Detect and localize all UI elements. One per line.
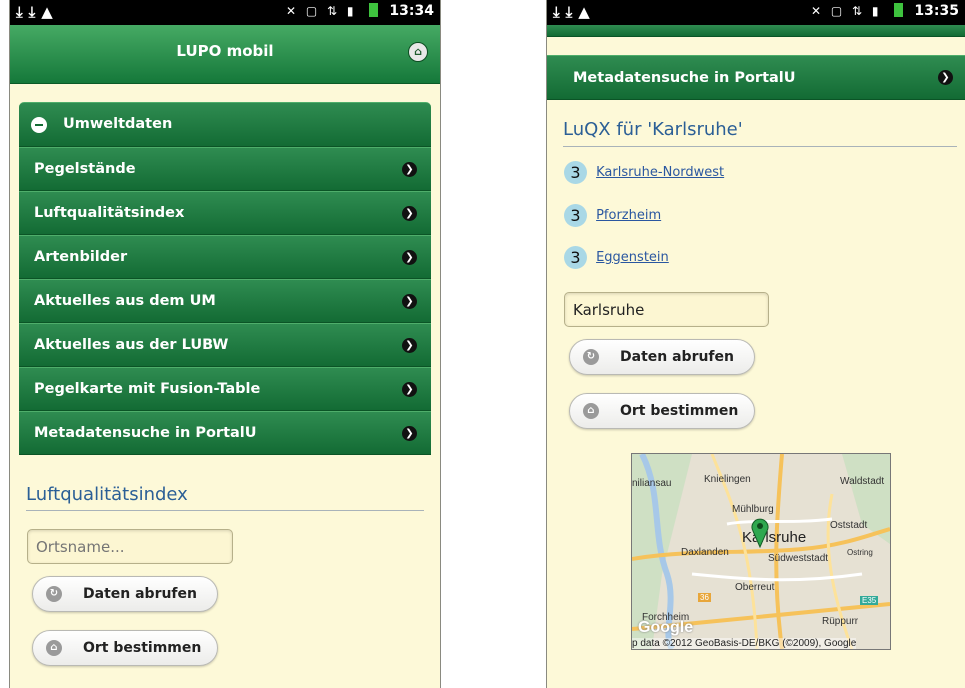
menu-item-label: Metadatensuche in PortalU (34, 425, 257, 441)
road-badge: E35 (860, 596, 879, 605)
map-label: Ostring (847, 548, 873, 557)
index-badge: 3 (564, 161, 587, 184)
menu-item-label: Luftqualitätsindex (34, 205, 185, 221)
fetch-data-button[interactable]: ↻ Daten abrufen (569, 339, 755, 375)
section-divider (26, 510, 424, 511)
section-divider (563, 146, 957, 147)
refresh-icon: ↻ (46, 586, 62, 602)
chevron-right-icon: ❯ (402, 250, 417, 265)
notification-icons: ⤓⤓▲ (553, 3, 596, 21)
phone-screen-right: ⤓⤓▲ ✕ ▢ ⇅ ▮ 13:35 Metadatensuche in Port… (546, 0, 965, 688)
menu-item-label: Metadatensuche in PortalU (573, 70, 796, 86)
fetch-data-label: Daten abrufen (620, 349, 734, 365)
menu-item-aktuelles-lubw[interactable]: Aktuelles aus der LUBW ❯ (19, 323, 431, 367)
menu-item-label: Artenbilder (34, 249, 128, 265)
menu-item-label: Aktuelles aus dem UM (34, 293, 216, 309)
map-label: Waldstadt (840, 476, 885, 487)
map-label: niliansau (632, 478, 672, 489)
map-copyright: p data ©2012 GeoBasis-DE/BKG (©2009), Go… (632, 638, 857, 649)
battery-icon (893, 3, 903, 17)
index-badge: 3 (564, 204, 587, 227)
collapse-icon (31, 117, 47, 133)
chevron-right-icon: ❯ (938, 70, 953, 85)
result-item: 3 Karlsruhe-Nordwest (564, 161, 724, 185)
menu-item-metadatensuche[interactable]: Metadatensuche in PortalU ❯ (19, 411, 431, 455)
chevron-right-icon: ❯ (402, 426, 417, 441)
home-icon: ⌂ (414, 45, 422, 58)
notification-icons: ⤓⤓▲ (16, 3, 59, 21)
status-bar: ⤓⤓▲ ✕ ▢ ⇅ ▮ 13:34 (10, 0, 440, 25)
result-item: 3 Eggenstein (564, 246, 669, 270)
section-title: Luftqualitätsindex (26, 484, 188, 505)
menu-item-partial[interactable] (547, 25, 965, 37)
locate-label: Ort bestimmen (83, 640, 202, 656)
chevron-right-icon: ❯ (402, 206, 417, 221)
home-icon: ⌂ (46, 640, 62, 656)
home-icon: ⌂ (583, 403, 599, 419)
refresh-icon: ↻ (583, 349, 599, 365)
system-status: ✕ ▢ ⇅ ▮ 13:35 (811, 3, 959, 19)
location-input[interactable] (27, 529, 233, 564)
result-link[interactable]: Pforzheim (596, 208, 661, 223)
map-label: Knielingen (704, 474, 751, 485)
signal-icons: ✕ ▢ ⇅ ▮ (286, 4, 357, 18)
map-label: Mühlburg (732, 504, 774, 515)
menu-item-metadatensuche[interactable]: Metadatensuche in PortalU ❯ (547, 55, 965, 100)
battery-icon (368, 3, 378, 17)
menu-item-label: Aktuelles aus der LUBW (34, 337, 229, 353)
clock: 13:34 (389, 3, 434, 19)
fetch-data-label: Daten abrufen (83, 586, 197, 602)
chevron-right-icon: ❯ (402, 338, 417, 353)
signal-icons: ✕ ▢ ⇅ ▮ (811, 4, 882, 18)
map-view[interactable]: niliansau Knielingen Waldstadt Mühlburg … (631, 453, 891, 650)
app-title: LUPO mobil (176, 42, 274, 60)
map-label: Rüppurr (822, 616, 859, 627)
result-item: 3 Pforzheim (564, 204, 661, 228)
chevron-right-icon: ❯ (402, 294, 417, 309)
map-label: Daxlanden (681, 547, 729, 558)
menu-item-label: Pegelkarte mit Fusion-Table (34, 381, 261, 397)
result-link[interactable]: Eggenstein (596, 250, 669, 265)
road-badge: 36 (698, 593, 711, 602)
fetch-data-button[interactable]: ↻ Daten abrufen (32, 576, 218, 612)
locate-label: Ort bestimmen (620, 403, 739, 419)
map-label: Oststadt (830, 520, 868, 531)
app-header: LUPO mobil ⌂ (10, 25, 440, 84)
map-label: Südweststadt (768, 553, 829, 564)
chevron-right-icon: ❯ (402, 382, 417, 397)
menu-item-pegelstaende[interactable]: Pegelstände ❯ (19, 147, 431, 191)
map-pin-icon[interactable] (749, 516, 771, 548)
map-label: Oberreut (735, 582, 775, 593)
main-menu: Umweltdaten Pegelstände ❯ Luftqualitätsi… (19, 102, 431, 455)
location-input[interactable] (564, 292, 769, 327)
system-status: ✕ ▢ ⇅ ▮ 13:34 (286, 3, 434, 19)
menu-header-label: Umweltdaten (63, 116, 173, 132)
menu-item-luftqualitaetsindex[interactable]: Luftqualitätsindex ❯ (19, 191, 431, 235)
locate-button[interactable]: ⌂ Ort bestimmen (569, 393, 755, 429)
section-title: LuQX für 'Karlsruhe' (563, 119, 743, 140)
menu-item-aktuelles-um[interactable]: Aktuelles aus dem UM ❯ (19, 279, 431, 323)
menu-item-label: Pegelstände (34, 161, 136, 177)
menu-item-artenbilder[interactable]: Artenbilder ❯ (19, 235, 431, 279)
chevron-right-icon: ❯ (402, 162, 417, 177)
locate-button[interactable]: ⌂ Ort bestimmen (32, 630, 218, 666)
google-logo: Google (638, 619, 694, 636)
phone-screen-left: ⤓⤓▲ ✕ ▢ ⇅ ▮ 13:34 LUPO mobil ⌂ Umweltdat… (9, 0, 441, 688)
menu-item-pegelkarte[interactable]: Pegelkarte mit Fusion-Table ❯ (19, 367, 431, 411)
index-badge: 3 (564, 246, 587, 269)
clock: 13:35 (914, 3, 959, 19)
menu-header-umweltdaten[interactable]: Umweltdaten (19, 102, 431, 147)
home-button[interactable]: ⌂ (408, 42, 428, 62)
status-bar: ⤓⤓▲ ✕ ▢ ⇅ ▮ 13:35 (547, 0, 965, 25)
result-link[interactable]: Karlsruhe-Nordwest (596, 165, 724, 180)
